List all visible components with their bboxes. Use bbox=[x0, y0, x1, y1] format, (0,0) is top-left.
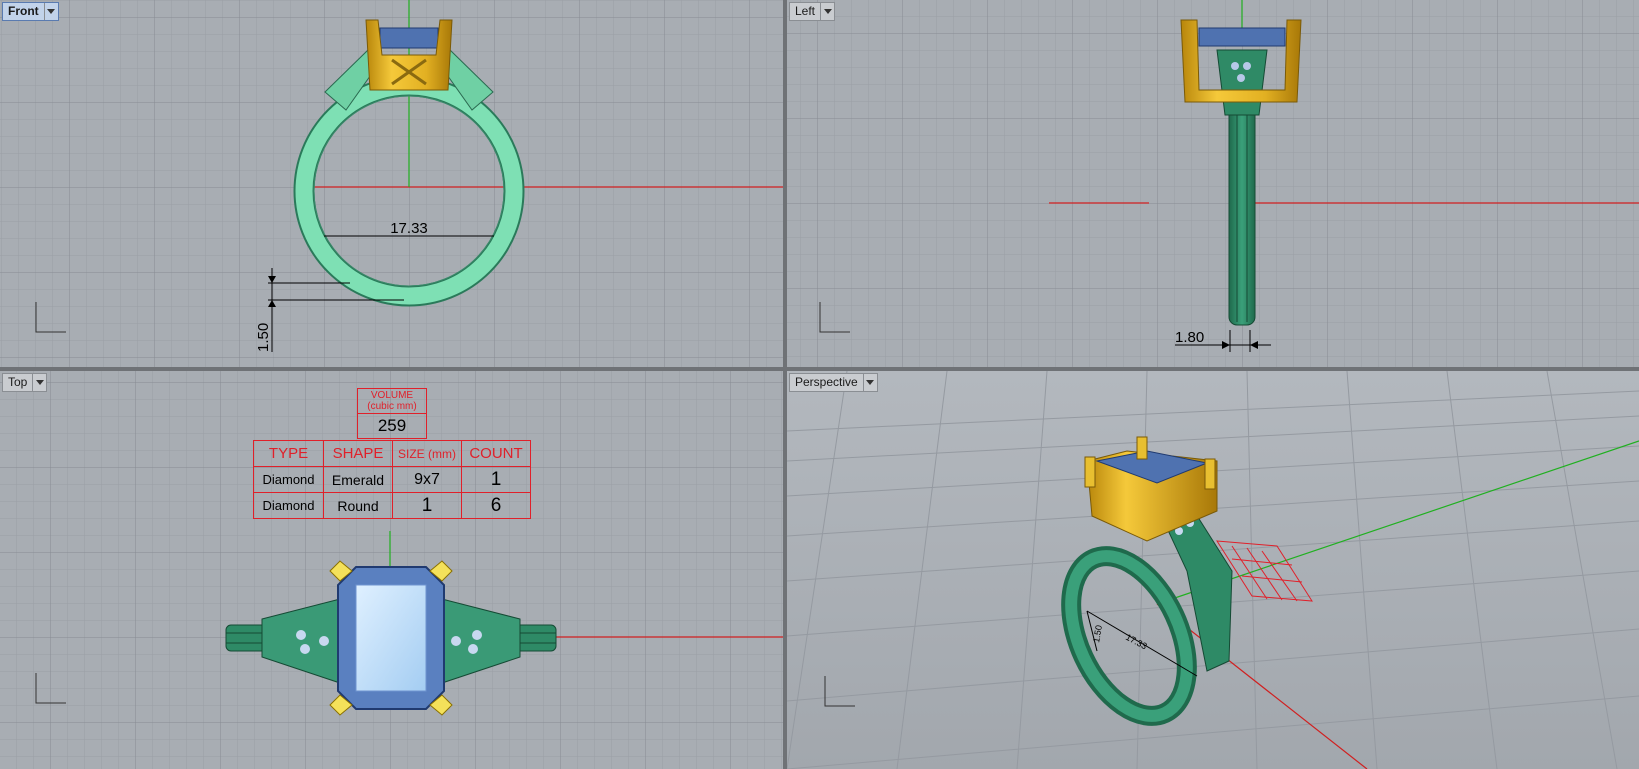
table-row: Diamond Emerald 9x7 1 bbox=[253, 466, 531, 493]
dropdown-arrow-icon[interactable] bbox=[820, 3, 834, 20]
viewport-top[interactable]: VOLUME (cubic mm) 259 TYPE SHAPE SIZE (m… bbox=[0, 371, 783, 769]
table-cell: Diamond bbox=[253, 492, 324, 519]
perspective-scene: 17.33 1.50 bbox=[787, 371, 1639, 769]
volume-title: VOLUME bbox=[370, 390, 414, 401]
viewport-title: Left bbox=[795, 4, 816, 18]
viewport-label-front[interactable]: Front bbox=[2, 2, 59, 21]
table-header: TYPE bbox=[253, 440, 324, 467]
volume-unit: (cubic mm) bbox=[367, 401, 417, 412]
table-cell: 1 bbox=[461, 466, 531, 493]
volume-table: VOLUME (cubic mm) 259 bbox=[357, 388, 427, 439]
volume-header: VOLUME (cubic mm) bbox=[357, 388, 427, 414]
table-header: SHAPE bbox=[323, 440, 393, 467]
viewport-title: Perspective bbox=[795, 375, 858, 389]
front-scene: 17.33 1.50 bbox=[0, 0, 783, 367]
table-header-row: TYPE SHAPE SIZE (mm) COUNT bbox=[253, 440, 531, 467]
table-cell: Diamond bbox=[253, 466, 324, 493]
table-header: COUNT bbox=[461, 440, 531, 467]
viewport-title: Top bbox=[8, 375, 28, 389]
dimension-width-label: 1.80 bbox=[1175, 329, 1204, 346]
viewport-label-left[interactable]: Left bbox=[789, 2, 836, 21]
left-scene: 1.80 bbox=[787, 0, 1639, 367]
stone-table: TYPE SHAPE SIZE (mm) COUNT Diamond Emera… bbox=[253, 440, 531, 519]
viewport-label-perspective[interactable]: Perspective bbox=[789, 373, 878, 392]
dropdown-arrow-icon[interactable] bbox=[43, 3, 58, 20]
dimension-width-label: 17.33 bbox=[390, 220, 428, 237]
viewport-label-top[interactable]: Top bbox=[2, 373, 48, 392]
gold-head bbox=[365, 19, 453, 91]
volume-value: 259 bbox=[357, 413, 427, 439]
table-header: SIZE (mm) bbox=[392, 440, 462, 467]
dropdown-arrow-icon[interactable] bbox=[862, 374, 877, 391]
dropdown-arrow-icon[interactable] bbox=[32, 374, 46, 391]
table-cell: 9x7 bbox=[392, 466, 462, 493]
table-cell: 1 bbox=[392, 492, 462, 519]
viewport-perspective[interactable]: 17.33 1.50 Perspective bbox=[787, 371, 1639, 769]
viewport-front[interactable]: 17.33 1.50 Front bbox=[0, 0, 783, 367]
table-cell: Emerald bbox=[323, 466, 393, 493]
viewport-title: Front bbox=[8, 4, 39, 18]
table-cell: 6 bbox=[461, 492, 531, 519]
table-cell: Round bbox=[323, 492, 393, 519]
dimension-thickness-label: 1.50 bbox=[255, 323, 272, 352]
table-row: Diamond Round 1 6 bbox=[253, 492, 531, 519]
viewport-left[interactable]: 1.80 Left bbox=[787, 0, 1639, 367]
